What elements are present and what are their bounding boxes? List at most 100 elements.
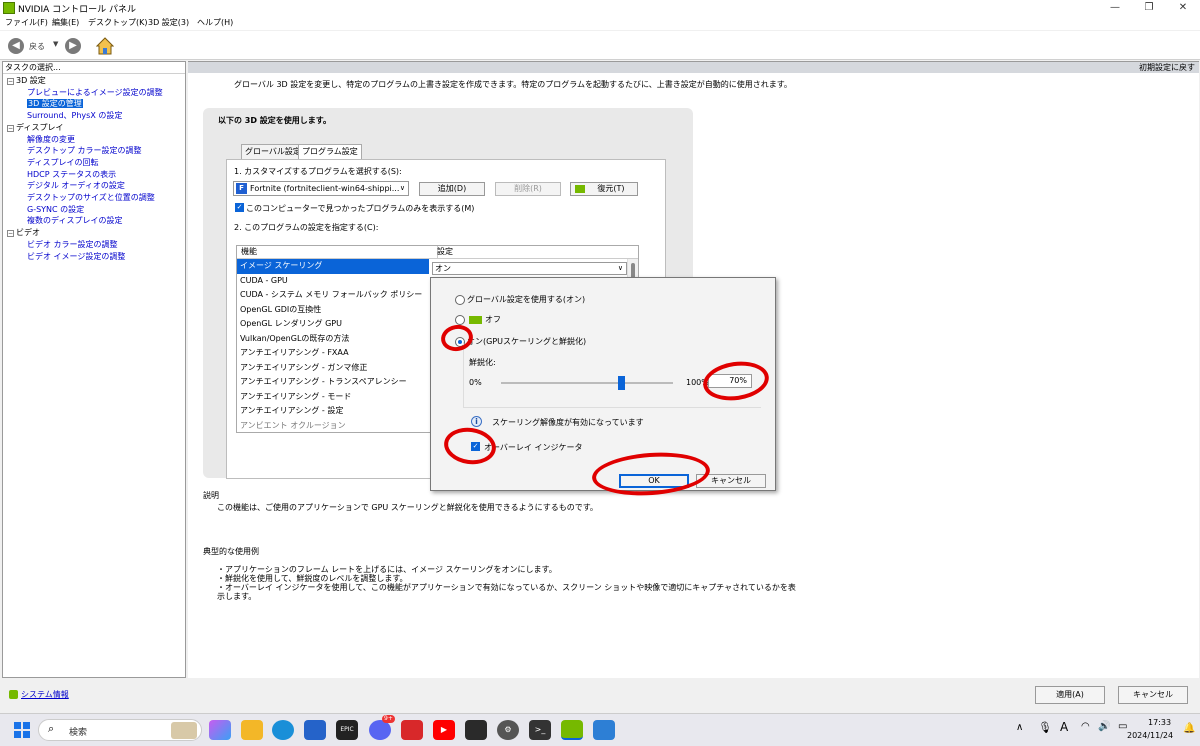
radio-off-label[interactable]: オフ <box>485 314 501 325</box>
overlay-indicator-checkbox[interactable]: ✓ <box>471 442 480 451</box>
tree-item[interactable]: ディスプレイの回転 <box>27 157 98 168</box>
popup-cancel-button[interactable]: キャンセル <box>696 474 766 488</box>
tree-group[interactable]: − ディスプレイ <box>7 122 63 133</box>
tree-item[interactable]: デスクトップのサイズと位置の調整 <box>27 192 155 203</box>
tree-item[interactable]: デジタル オーディオの設定 <box>27 180 125 191</box>
clock-time[interactable]: 17:33 <box>1148 718 1171 727</box>
restore-button[interactable]: 復元(T) <box>570 182 638 196</box>
search-icon: ⌕ <box>48 722 55 735</box>
table-row[interactable]: イメージ スケーリング <box>237 259 429 274</box>
tree-item-label: 解像度の変更 <box>27 134 75 144</box>
edge-icon[interactable] <box>272 720 294 740</box>
epic-games-icon[interactable]: EPIC <box>336 720 358 740</box>
program-select-value: Fortnite (fortniteclient-win64-shippi... <box>250 184 400 193</box>
show-only-found-checkbox[interactable]: ✓ <box>235 203 244 212</box>
tree-item-label: デジタル オーディオの設定 <box>27 181 125 191</box>
tree-item[interactable]: 複数のディスプレイの設定 <box>27 215 122 226</box>
home-icon[interactable] <box>96 37 114 55</box>
tree-item[interactable]: ビデオ イメージ設定の調整 <box>27 251 125 262</box>
collapse-icon[interactable]: − <box>7 124 14 132</box>
apply-button[interactable]: 適用(A) <box>1035 686 1105 704</box>
setting-dropdown-value: オン <box>435 264 451 273</box>
footer-cancel-button[interactable]: キャンセル <box>1118 686 1188 704</box>
tree-item[interactable]: デスクトップ カラー設定の調整 <box>27 145 142 156</box>
notification-bell-icon[interactable]: 🔔 <box>1183 723 1195 734</box>
program-select[interactable]: F Fortnite (fortniteclient-win64-shippi.… <box>233 181 409 196</box>
feature-name: Vulkan/OpenGLの既存の方法 <box>240 333 350 343</box>
speaker-icon[interactable]: 🔊 <box>1098 721 1110 732</box>
step1-label: 1. カスタマイズするプログラムを選択する(S): <box>234 167 402 176</box>
tree-item[interactable]: 解像度の変更 <box>27 134 75 145</box>
back-arrow-icon[interactable]: ◀ <box>8 38 24 54</box>
black-app-icon[interactable] <box>465 720 487 740</box>
sharpen-slider-track[interactable] <box>501 376 673 390</box>
red-app-icon[interactable] <box>401 720 423 740</box>
remove-button[interactable]: 削除(R) <box>495 182 561 196</box>
tree-item[interactable]: プレビューによるイメージ設定の調整 <box>27 87 163 98</box>
back-label[interactable]: 戻る <box>29 41 45 52</box>
settings-gear-icon[interactable]: ⚙ <box>497 720 519 740</box>
file-explorer-icon[interactable] <box>241 720 263 740</box>
setting-dropdown[interactable]: オン ∨ <box>432 262 627 275</box>
menu-help[interactable]: ヘルプ(H) <box>197 17 233 28</box>
add-button[interactable]: 追加(D) <box>419 182 485 196</box>
info-icon: i <box>471 416 482 427</box>
overlay-indicator-label[interactable]: オーバーレイ インジケータ <box>484 442 582 453</box>
menu-bar: ファイル(F) 編集(E) デスクトップ(K) 3D 設定(3) ヘルプ(H) <box>0 16 1200 30</box>
intro-text: グローバル 3D 設定を変更し、特定のプログラムの上書き設定を作成できます。特定… <box>234 80 792 89</box>
menu-edit[interactable]: 編集(E) <box>52 17 79 28</box>
feature-name: OpenGL GDIの互換性 <box>240 304 322 314</box>
nvidia-taskbar-icon[interactable] <box>561 720 583 740</box>
forward-arrow-icon[interactable]: ▶ <box>65 38 81 54</box>
sharpen-label: 鮮鋭化: <box>469 358 496 367</box>
tab-global-settings[interactable]: グローバル設定 <box>241 144 305 159</box>
microphone-icon[interactable]: 🎙 <box>1038 721 1052 734</box>
collapse-icon[interactable]: − <box>7 78 14 85</box>
feature-name: アンチエイリアシング - FXAA <box>240 348 349 357</box>
system-info-link[interactable]: システム情報 <box>21 689 69 700</box>
ok-button[interactable]: OK <box>619 474 689 488</box>
tree-item-label: デスクトップのサイズと位置の調整 <box>27 193 155 202</box>
sharpen-slider-thumb[interactable] <box>617 376 625 390</box>
system-info-icon <box>9 690 18 699</box>
back-dropdown-icon[interactable]: ▼ <box>53 40 58 48</box>
store-icon[interactable] <box>304 720 326 740</box>
menu-file[interactable]: ファイル(F) <box>5 17 48 28</box>
ime-indicator[interactable]: A <box>1060 720 1068 734</box>
tree-item[interactable]: 3D 設定の管理 <box>27 98 83 109</box>
menu-desktop[interactable]: デスクトップ(K) <box>88 17 148 28</box>
clock-date[interactable]: 2024/11/24 <box>1127 731 1173 740</box>
tab-program-settings[interactable]: プログラム設定 <box>298 144 362 160</box>
copilot-icon[interactable] <box>209 720 231 740</box>
minimize-button[interactable]: — <box>1098 0 1132 16</box>
terminal-icon[interactable]: >_ <box>529 720 551 740</box>
wifi-icon[interactable]: ◠ <box>1081 721 1090 732</box>
tree-item[interactable]: HDCP ステータスの表示 <box>27 169 116 180</box>
close-button[interactable]: ✕ <box>1166 0 1200 16</box>
paint-app-icon[interactable] <box>593 720 615 740</box>
step2-label: 2. このプログラムの設定を指定する(C): <box>234 223 379 232</box>
collapse-icon[interactable]: − <box>7 230 14 238</box>
menu-3d-settings[interactable]: 3D 設定(3) <box>148 17 189 28</box>
youtube-icon[interactable]: ▶ <box>433 720 455 740</box>
tray-chevron-up-icon[interactable]: ∧ <box>1016 722 1023 733</box>
radio-use-global[interactable] <box>455 295 465 305</box>
restore-defaults-link[interactable]: 初期設定に戻す <box>1139 62 1195 73</box>
start-icon[interactable] <box>14 722 30 738</box>
radio-off[interactable] <box>455 315 465 325</box>
windows-taskbar: ⌕ 検索 EPIC 9+ ▶ ⚙ >_ ∧ 🎙 A ◠ 🔊 ▭ 17:33 20… <box>0 713 1200 746</box>
radio-use-global-label[interactable]: グローバル設定を使用する(オン) <box>467 294 585 305</box>
window-title: NVIDIA コントロール パネル <box>18 5 137 15</box>
feature-name: CUDA - GPU <box>240 275 288 285</box>
search-highlight-icon <box>171 722 197 739</box>
tree-item[interactable]: G-SYNC の設定 <box>27 204 84 215</box>
tree-group[interactable]: − ビデオ <box>7 227 40 238</box>
taskbar-search[interactable]: ⌕ 検索 <box>38 719 202 741</box>
discord-icon[interactable]: 9+ <box>369 715 395 740</box>
tree-group[interactable]: −3D 設定 <box>7 75 46 86</box>
tree-item[interactable]: Surround、PhysX の設定 <box>27 110 122 121</box>
sharpen-value-field[interactable]: 70% <box>708 374 752 388</box>
tree-item[interactable]: ビデオ カラー設定の調整 <box>27 239 118 250</box>
maximize-button[interactable]: ❐ <box>1132 0 1166 16</box>
tree-item-label: Surround、PhysX の設定 <box>27 111 123 121</box>
